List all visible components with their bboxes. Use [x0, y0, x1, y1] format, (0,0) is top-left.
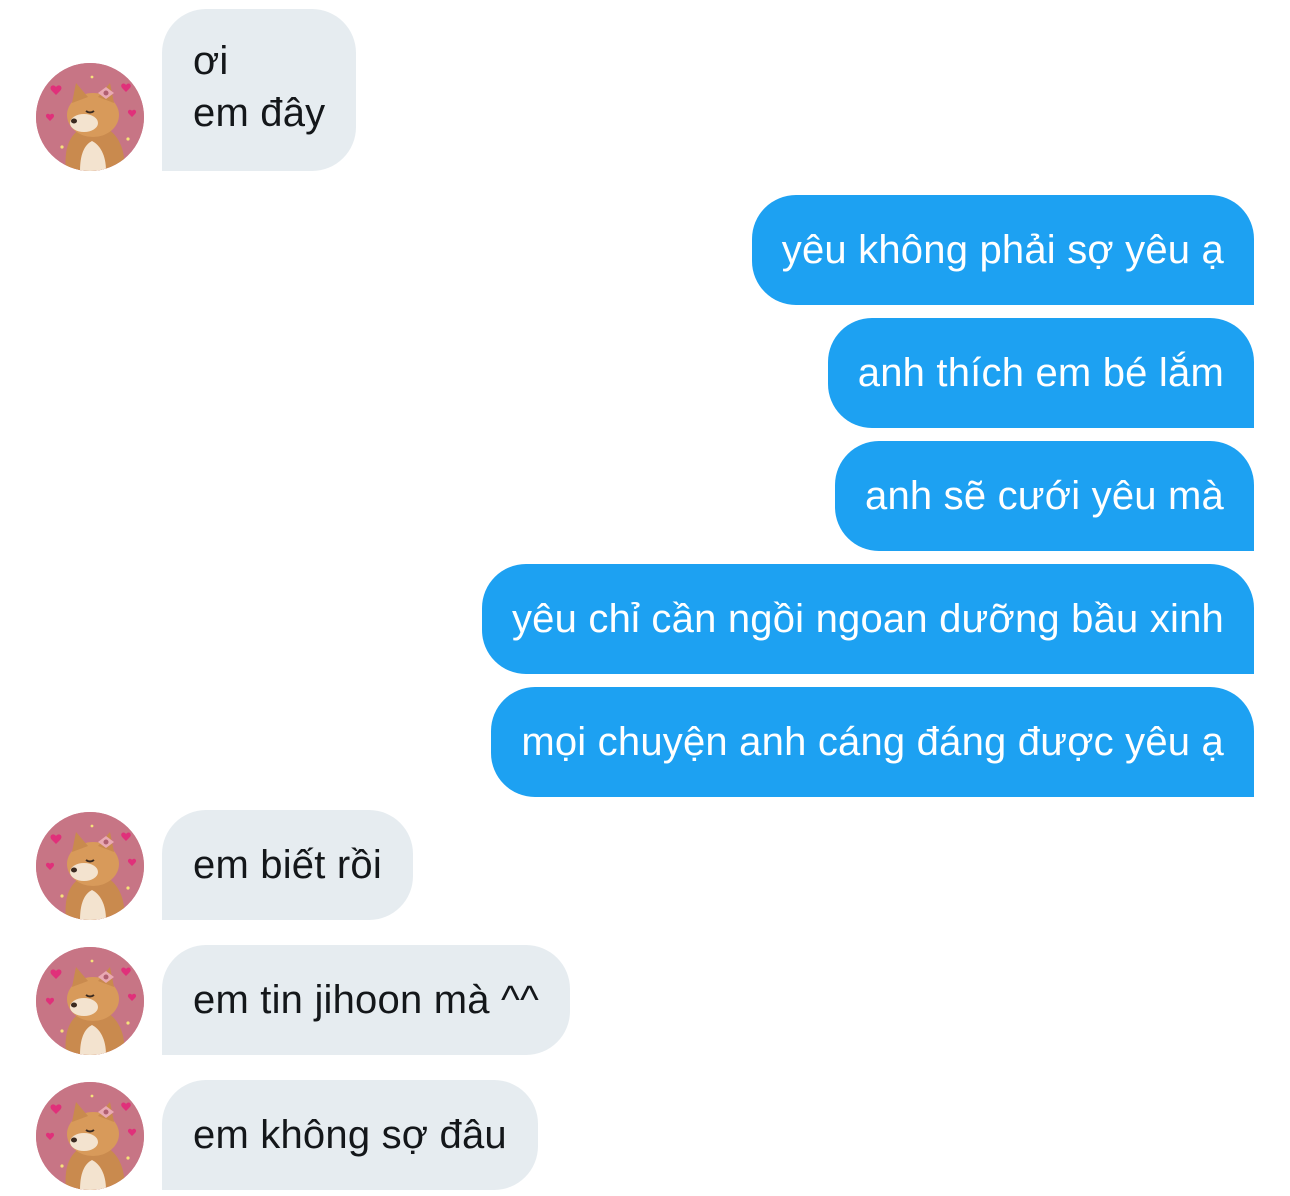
message-text: em biết rồi	[193, 843, 382, 887]
message-bubble-outgoing[interactable]: mọi chuyện anh cáng đáng được yêu ạ	[491, 687, 1254, 797]
message-bubble-incoming[interactable]: em biết rồi	[162, 810, 413, 920]
message-text-line: em đây	[193, 91, 326, 135]
message-bubble-outgoing[interactable]: anh sẽ cưới yêu mà	[835, 441, 1254, 551]
message-text: em không sợ đâu	[193, 1113, 507, 1157]
message-bubble-outgoing[interactable]: yêu chỉ cần ngồi ngoan dưỡng bầu xinh	[481, 564, 1254, 674]
sender-avatar-icon[interactable]	[36, 812, 144, 920]
message-bubble-outgoing[interactable]: anh thích em bé lắm	[827, 318, 1254, 428]
sender-avatar-icon[interactable]	[36, 63, 144, 171]
sender-avatar-icon[interactable]	[36, 947, 144, 1055]
message-text: yêu không phải sợ yêu ạ	[781, 228, 1224, 272]
message-text-line: ơi	[193, 39, 229, 83]
message-text: yêu chỉ cần ngồi ngoan dưỡng bầu xinh	[511, 597, 1224, 641]
message-text: em tin jihoon mà ^^	[193, 978, 539, 1022]
message-bubble-incoming[interactable]: em tin jihoon mà ^^	[162, 945, 570, 1055]
message-bubble-outgoing[interactable]: yêu không phải sợ yêu ạ	[751, 195, 1254, 305]
message-text: mọi chuyện anh cáng đáng được yêu ạ	[521, 720, 1224, 764]
message-bubble-incoming[interactable]: ơi em đây	[162, 9, 357, 171]
message-text: anh sẽ cưới yêu mà	[865, 474, 1224, 518]
sender-avatar-icon[interactable]	[36, 1082, 144, 1190]
message-bubble-incoming[interactable]: em không sợ đâu	[162, 1080, 538, 1190]
message-text: anh thích em bé lắm	[857, 351, 1224, 395]
